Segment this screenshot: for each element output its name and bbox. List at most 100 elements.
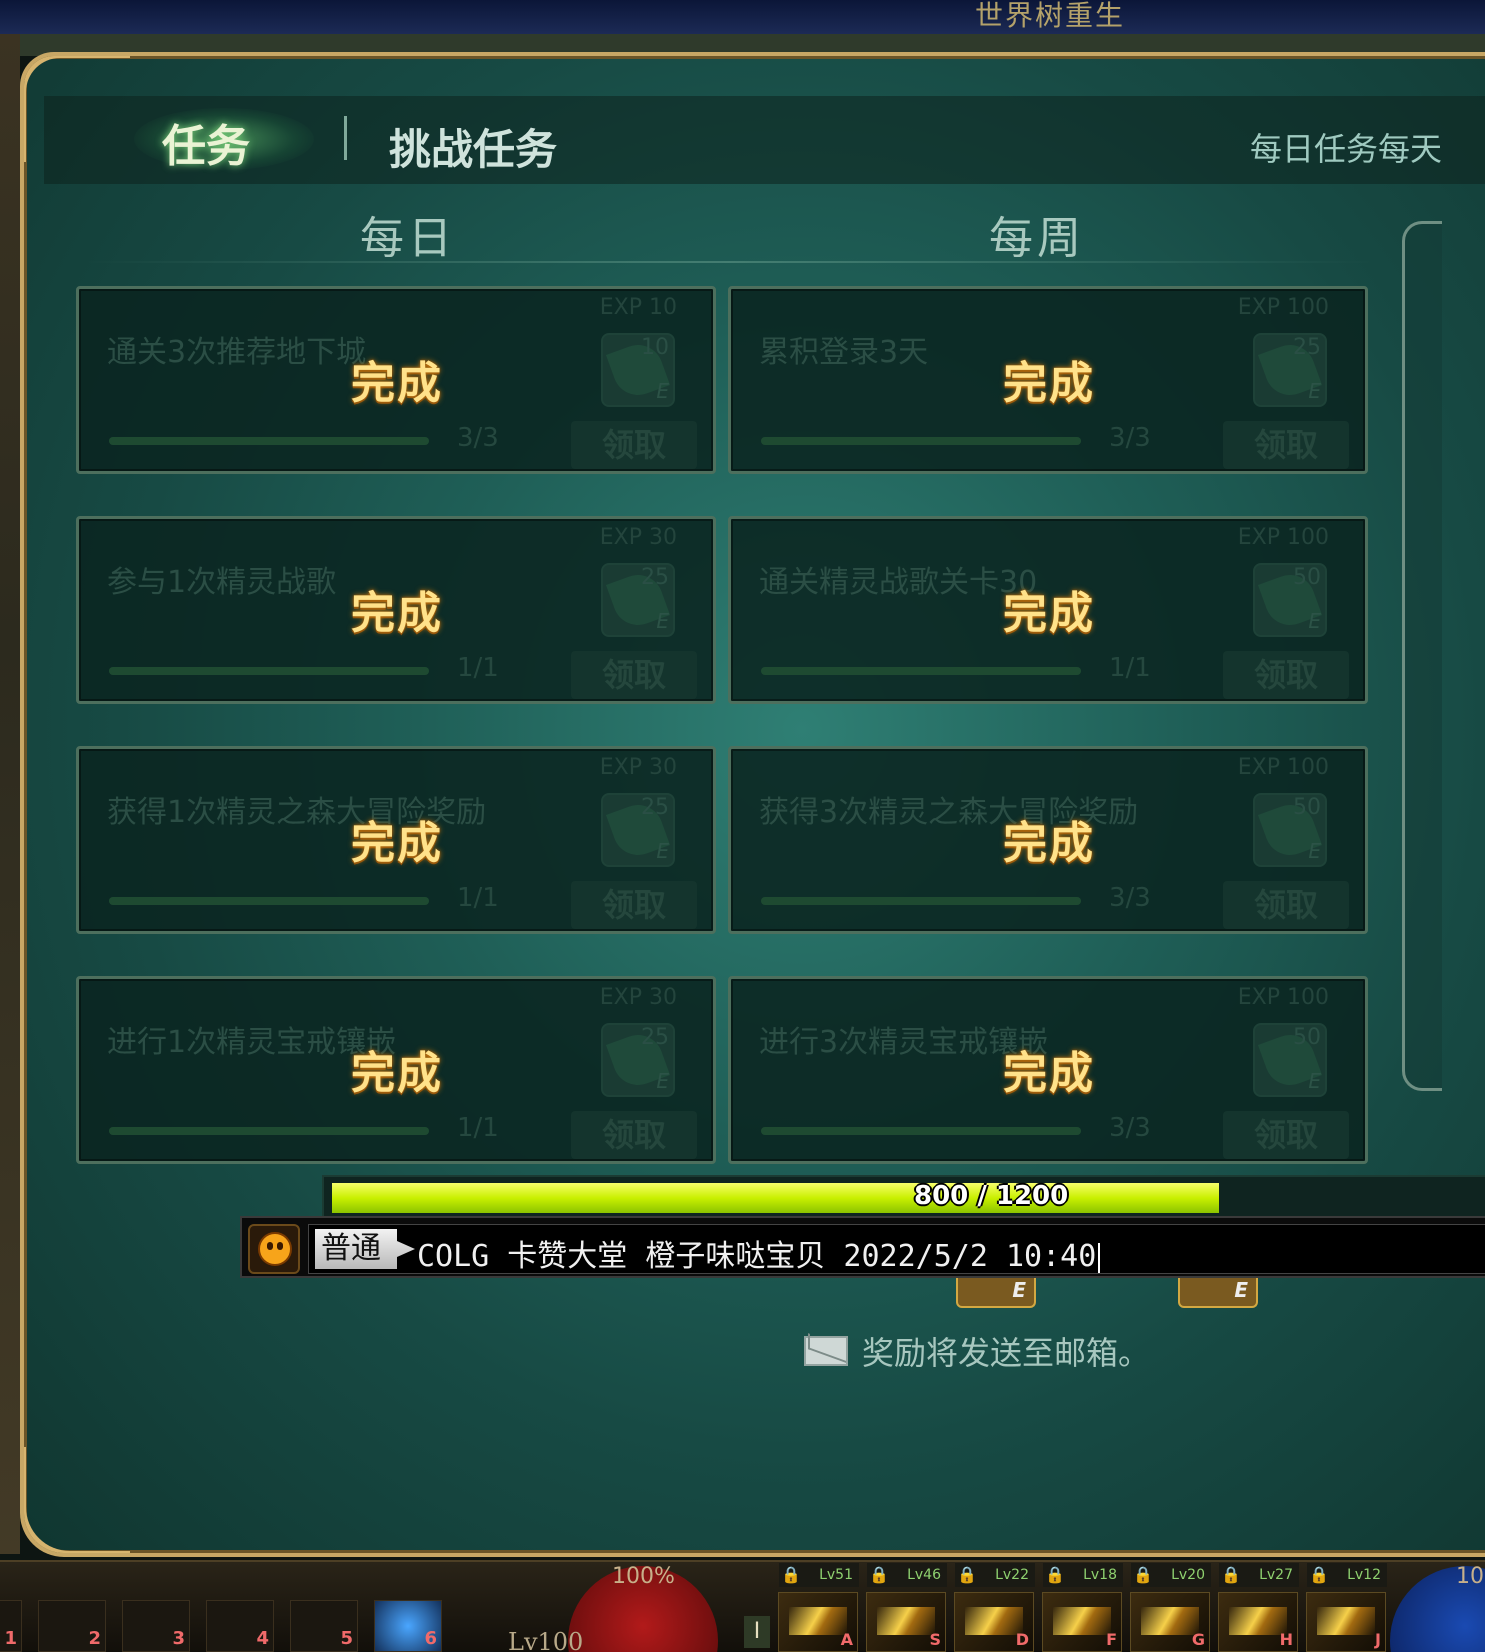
task-card: 进行3次精灵宝戒镶嵌 EXP 100 50 E 3/3 领取 完成 [728, 976, 1368, 1164]
skill-icon [1141, 1607, 1199, 1635]
quick-slot[interactable]: 3 [122, 1600, 190, 1652]
task-progress-fill [109, 897, 429, 905]
completed-stamp: 完成 [351, 1048, 443, 1099]
task-progress-bar [761, 897, 1081, 905]
header-note: 每日任务每天 [1250, 130, 1443, 168]
completed-stamp: 完成 [351, 588, 443, 639]
task-exp: EXP 30 [599, 525, 677, 550]
skill-icon [1053, 1607, 1111, 1635]
mp-percent: 100 [1456, 1564, 1485, 1589]
task-exp: EXP 100 [1237, 985, 1329, 1010]
background-left [0, 34, 20, 1554]
quick-slot[interactable]: 6 [374, 1600, 442, 1652]
quick-slot[interactable]: 2 [38, 1600, 106, 1652]
reward-icon-tab: E [1178, 1278, 1258, 1308]
task-count: 1/1 [457, 883, 499, 913]
task-progress-fill [761, 667, 1081, 675]
skill-key: A [840, 1630, 853, 1649]
tab-separator [344, 116, 347, 160]
claim-button[interactable]: 领取 [1223, 881, 1349, 929]
claim-button[interactable]: 领取 [1223, 421, 1349, 469]
chat-channel-selector[interactable]: 普通 [315, 1229, 415, 1269]
quick-slot-key: 1 [4, 1628, 17, 1649]
task-progress-bar [109, 667, 429, 675]
reward-quantity: 25 [641, 1025, 669, 1050]
reward-letter: E [1308, 379, 1321, 403]
chat-input[interactable]: 普通 COLG 卡赞大堂 橙子味哒宝贝 2022/5/2 10:40 [308, 1224, 1485, 1274]
task-exp: EXP 100 [1237, 525, 1329, 550]
task-progress-fill [109, 1127, 429, 1135]
skill-key: S [929, 1630, 941, 1649]
lock-icon: 🔒 [1309, 1565, 1329, 1584]
quick-slot-key: 6 [424, 1628, 437, 1649]
reward-letter: E [656, 1069, 669, 1093]
skill-key: H [1279, 1630, 1293, 1649]
tab-challenge-tasks[interactable]: 挑战任务 [389, 116, 557, 177]
task-progress-fill [109, 437, 429, 445]
claim-button[interactable]: 领取 [571, 881, 697, 929]
reward-letter: E [1308, 839, 1321, 863]
completed-stamp: 完成 [1003, 358, 1095, 409]
task-progress-fill [109, 667, 429, 675]
task-progress-bar [109, 437, 429, 445]
reward-leaf-icon: 50 E [1253, 1023, 1327, 1097]
mail-notice: 奖励将发送至邮箱。 [862, 1334, 1151, 1372]
skill-slot[interactable]: Lv12 🔒 J [1306, 1563, 1387, 1652]
task-count: 3/3 [1109, 423, 1151, 453]
skill-slot[interactable]: Lv27 🔒 H [1218, 1563, 1299, 1652]
task-count: 1/1 [1109, 653, 1151, 683]
quick-slot[interactable]: 5 [290, 1600, 358, 1652]
quick-slot-key: 4 [256, 1628, 269, 1649]
task-card: 累积登录3天 EXP 100 25 E 3/3 领取 完成 [728, 286, 1368, 474]
task-name: 参与1次精灵战歌 [107, 565, 337, 600]
emote-button[interactable] [248, 1224, 300, 1274]
skill-key: F [1106, 1630, 1117, 1649]
task-progress-bar [761, 437, 1081, 445]
quest-window: 任务 挑战任务 每日任务每天 每日 每周 通关3次推荐地下城 EXP 10 10 E 3… [20, 52, 1485, 1557]
lock-icon: 🔒 [1133, 1565, 1153, 1584]
task-name: 累积登录3天 [759, 335, 929, 370]
claim-button[interactable]: 领取 [571, 651, 697, 699]
skill-slot[interactable]: Lv18 🔒 F [1042, 1563, 1123, 1652]
task-exp: EXP 100 [1237, 295, 1329, 320]
inventory-key[interactable]: I [744, 1616, 770, 1648]
column-divider [84, 261, 1374, 263]
skill-slot[interactable]: Lv46 🔒 S [866, 1563, 947, 1652]
task-exp: EXP 100 [1237, 755, 1329, 780]
lock-icon: 🔒 [869, 1565, 889, 1584]
claim-button[interactable]: 领取 [571, 421, 697, 469]
task-progress-fill [761, 1127, 1081, 1135]
quick-slot[interactable]: 4 [206, 1600, 274, 1652]
claim-button[interactable]: 领取 [1223, 1111, 1349, 1159]
skill-icon [789, 1607, 847, 1635]
claim-button[interactable]: 领取 [571, 1111, 697, 1159]
task-count: 1/1 [457, 653, 499, 683]
skill-slot[interactable]: Lv22 🔒 D [954, 1563, 1035, 1652]
skill-icon [1317, 1607, 1375, 1635]
exp-progress-fill [332, 1183, 1219, 1213]
skill-slot[interactable]: Lv51 🔒 A [778, 1563, 859, 1652]
task-exp: EXP 30 [599, 755, 677, 780]
claim-button[interactable]: 领取 [1223, 651, 1349, 699]
column-heading-daily: 每日 [360, 213, 456, 264]
reward-icon-tab: E [956, 1278, 1036, 1308]
character-level: Lv100 [508, 1628, 584, 1652]
completed-stamp: 完成 [351, 818, 443, 869]
reward-letter: E [1234, 1278, 1248, 1302]
skill-slot[interactable]: Lv20 🔒 G [1130, 1563, 1211, 1652]
zone-name: 世界树重生 [975, 0, 1126, 32]
completed-stamp: 完成 [1003, 1048, 1095, 1099]
ornament-corner-bottom-left [24, 1447, 130, 1553]
completed-stamp: 完成 [351, 358, 443, 409]
reward-letter: E [1308, 1069, 1321, 1093]
skill-key: G [1191, 1630, 1205, 1649]
side-panel-edge [1402, 221, 1442, 1091]
quick-slot[interactable]: 1 [0, 1600, 22, 1652]
bottom-hud: 100% 100 Lv100 I 123456 Lv51🔒ALv46🔒SLv22… [0, 1560, 1485, 1652]
task-count: 1/1 [457, 1113, 499, 1143]
task-exp: EXP 30 [599, 985, 677, 1010]
text-cursor [1098, 1242, 1101, 1273]
tab-tasks[interactable]: 任务 [162, 110, 250, 174]
hp-percent: 100% [612, 1564, 675, 1589]
reward-leaf-icon: 50 E [1253, 793, 1327, 867]
